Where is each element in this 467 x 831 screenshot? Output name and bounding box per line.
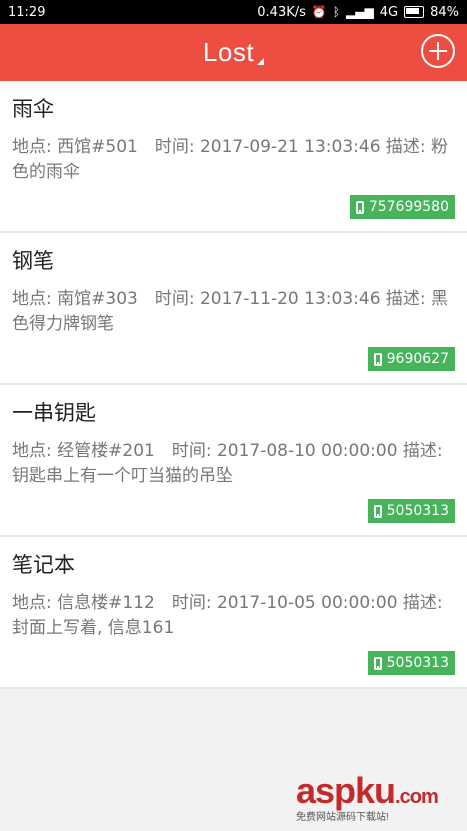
phone-icon [373,352,382,366]
phone-badge[interactable]: 757699580 [349,195,455,219]
phone-number: 757699580 [368,199,449,215]
alarm-icon: ⏰ [311,5,327,19]
watermark-logo: aspku.com [296,770,439,812]
add-item-button[interactable] [421,34,455,68]
watermark: aspku.com 免费网站源码下载站! [296,770,439,823]
network-type: 4G [379,4,399,20]
app-bar: Lost [0,24,467,81]
phone-number: 5050313 [386,655,449,671]
phone-badge[interactable]: 5050313 [367,499,455,523]
dropdown-corner-icon [257,58,265,65]
item-title: 雨伞 [12,97,54,121]
watermark-brand: aspku [296,770,396,811]
status-right: 0.43K/s ⏰ ᛒ ▂▄▆ 4G 84% [257,5,459,20]
network-speed: 0.43K/s [257,4,306,20]
list-item[interactable]: 钢笔 地点: 南馆#303 时间: 2017-11-20 13:03:46 描述… [0,233,467,385]
battery-icon [404,6,425,18]
signal-icon: ▂▄▆ [346,5,374,19]
lost-items-list: 雨伞 地点: 西馆#501 时间: 2017-09-21 13:03:46 描述… [0,81,467,689]
phone-badge[interactable]: 9690627 [367,347,455,371]
item-title: 钢笔 [12,249,54,273]
phone-icon [355,200,364,214]
phone-icon [373,656,382,670]
list-item[interactable]: 雨伞 地点: 西馆#501 时间: 2017-09-21 13:03:46 描述… [0,81,467,233]
phone-number: 9690627 [386,351,449,367]
list-item[interactable]: 一串钥匙 地点: 经管楼#201 时间: 2017-08-10 00:00:00… [0,385,467,537]
status-bar: 11:29 0.43K/s ⏰ ᛒ ▂▄▆ 4G 84% [0,0,467,24]
item-details: 地点: 南馆#303 时间: 2017-11-20 13:03:46 描述: 黑… [12,289,449,334]
phone-badge[interactable]: 5050313 [367,651,455,675]
item-details: 地点: 信息楼#112 时间: 2017-10-05 00:00:00 描述: … [12,593,443,638]
item-title: 笔记本 [12,553,75,577]
item-title: 一串钥匙 [12,401,96,425]
phone-number: 5050313 [386,503,449,519]
status-time: 11:29 [8,4,46,20]
title-dropdown[interactable]: Lost [0,24,467,81]
phone-icon [373,504,382,518]
battery-level: 84% [430,4,459,20]
item-details: 地点: 经管楼#201 时间: 2017-08-10 00:00:00 描述: … [12,441,443,486]
list-item[interactable]: 笔记本 地点: 信息楼#112 时间: 2017-10-05 00:00:00 … [0,537,467,689]
page-title: Lost [202,37,255,67]
bluetooth-icon: ᛒ [332,5,341,19]
watermark-suffix: .com [395,786,439,808]
item-details: 地点: 西馆#501 时间: 2017-09-21 13:03:46 描述: 粉… [12,137,449,182]
